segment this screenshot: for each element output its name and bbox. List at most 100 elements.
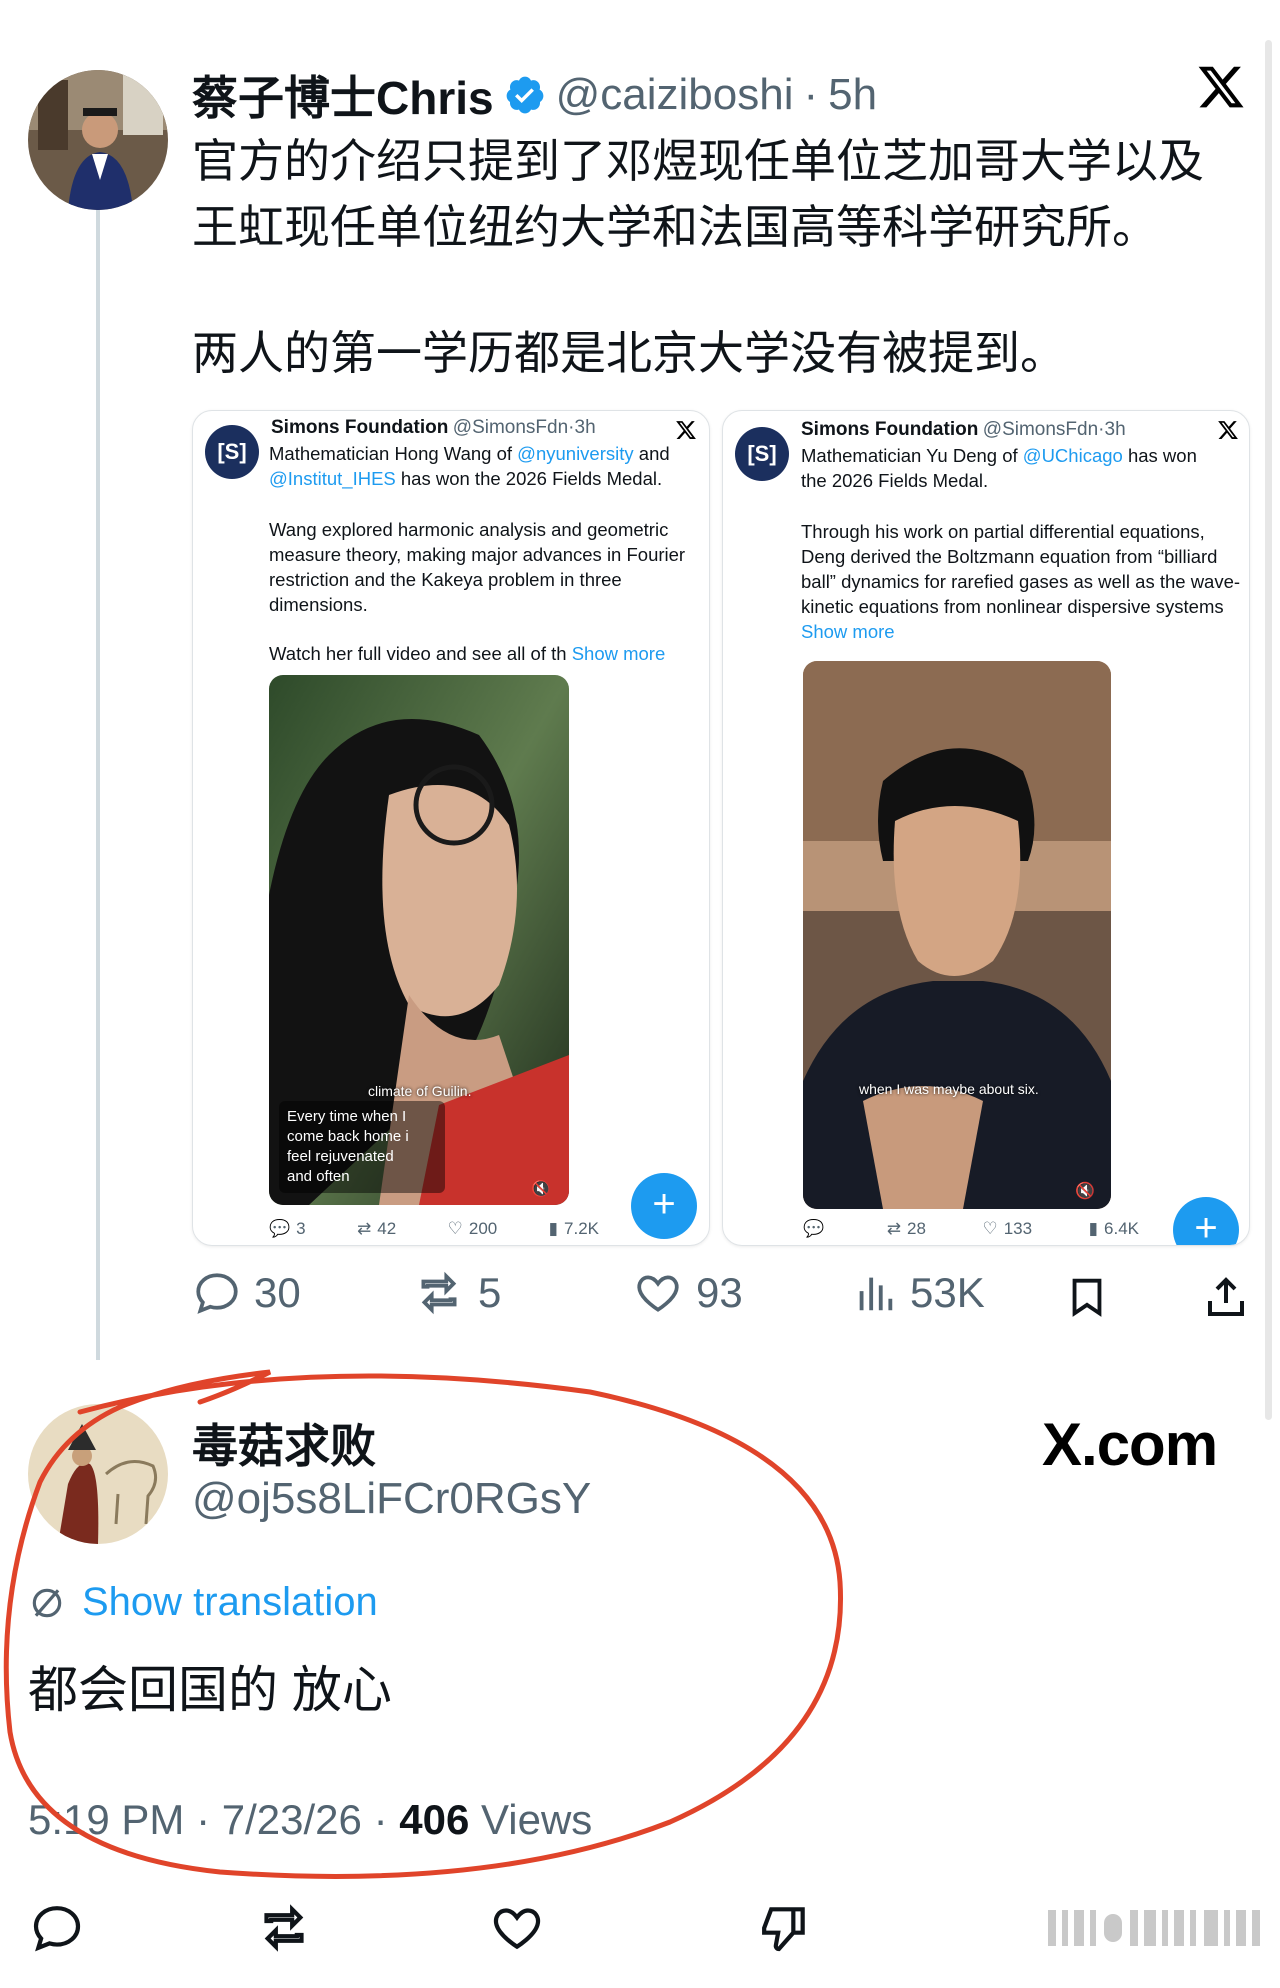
card-reply-button[interactable]: 💬	[803, 1219, 830, 1239]
video-caption-top: climate of Guilin.	[368, 1083, 472, 1099]
card-stats: 💬 3 ⇄ 42 ♡ 200 ▮ 7.2K	[269, 1219, 599, 1239]
mention-uchicago[interactable]: @UChicago	[1023, 445, 1123, 466]
reply-icon: 💬	[269, 1219, 291, 1238]
reply-handle[interactable]: @oj5s8LiFCr0RGsY	[192, 1474, 591, 1524]
reply-count: 3	[296, 1219, 306, 1238]
repost-icon	[421, 1271, 457, 1315]
show-translation-link[interactable]: Show translation	[82, 1580, 378, 1625]
scrollbar[interactable]	[1265, 40, 1272, 1420]
card-reply-button[interactable]: 💬 3	[269, 1219, 306, 1239]
card-text-b: and	[633, 443, 670, 464]
mention-institut-ihes[interactable]: @Institut_IHES	[269, 468, 396, 489]
share-button[interactable]	[1202, 1272, 1250, 1327]
card-text-c: the 2026 Fields Medal.	[801, 470, 989, 491]
card-like-button[interactable]: ♡ 133	[982, 1219, 1032, 1239]
views-icon: ▮	[1088, 1219, 1099, 1238]
author-avatar[interactable]	[28, 70, 168, 210]
card-text-a: Mathematician Hong Wang of	[269, 443, 518, 464]
views-icon	[859, 1277, 893, 1311]
mention-nyuniversity[interactable]: @nyuniversity	[517, 443, 633, 464]
show-more-link[interactable]: Show more	[801, 621, 895, 642]
reply-icon: 💬	[803, 1219, 825, 1238]
heart-icon	[493, 1908, 541, 1950]
repost-button[interactable]: 5	[412, 1268, 501, 1318]
post-time[interactable]: 5h	[828, 70, 877, 120]
time-separator: ·	[803, 70, 819, 119]
simons-logo[interactable]: [S]	[735, 427, 789, 481]
card-time: 3h	[1104, 419, 1126, 440]
simons-logo[interactable]: [S]	[205, 425, 259, 479]
reply-repost-button[interactable]	[252, 1900, 316, 1961]
brand-text: X.com	[1042, 1411, 1218, 1478]
heart-icon: ♡	[447, 1219, 463, 1238]
bookmark-button[interactable]	[1064, 1272, 1110, 1327]
card-author-name[interactable]: Simons Foundation	[271, 417, 448, 438]
reply-like-button[interactable]	[486, 1900, 548, 1961]
author-handle[interactable]: @caiziboshi	[556, 70, 794, 120]
card-paragraph-2: Through his work on partial differential…	[801, 519, 1241, 644]
reply-time[interactable]: 5:19 PM	[28, 1796, 184, 1843]
card-like-button[interactable]: ♡ 200	[448, 1219, 498, 1239]
repost-icon: ⇄	[886, 1219, 901, 1238]
like-count: 93	[696, 1269, 743, 1316]
card-views[interactable]: ▮ 6.4K	[1089, 1219, 1139, 1239]
card-author-name[interactable]: Simons Foundation	[801, 419, 978, 440]
card-handle[interactable]: @SimonsFdn	[453, 417, 568, 438]
card-text-b: has won	[1122, 445, 1197, 466]
post-text-line-2: 王虹现任单位纽约大学和法国高等科学研究所。	[192, 201, 1158, 253]
bookmark-icon	[1072, 1278, 1102, 1317]
thread-line	[96, 200, 100, 1360]
compose-fab-button[interactable]: +	[631, 1173, 697, 1239]
embedded-tweet-card-hong-wang[interactable]: [S] Simons Foundation @SimonsFdn·3h Math…	[192, 410, 710, 1246]
reply-views-label: Views	[481, 1796, 593, 1843]
show-translation-row[interactable]: Show translation	[28, 1580, 378, 1625]
card-views[interactable]: ▮ 7.2K	[549, 1219, 599, 1239]
reply-views-count: 406	[399, 1796, 470, 1843]
reply-reply-button[interactable]	[28, 1900, 86, 1961]
mute-icon[interactable]: 🔇	[531, 1179, 551, 1199]
author-name[interactable]: 蔡子博士Chris	[192, 62, 494, 128]
reply-action-bar	[28, 1900, 1268, 1960]
views-icon: ▮	[548, 1219, 559, 1238]
compose-fab-button[interactable]: +	[1173, 1197, 1239, 1245]
video-caption-box: Every time when I come back home i feel …	[279, 1101, 445, 1193]
repost-count: 28	[906, 1219, 926, 1238]
card-text: Mathematician Hong Wang of @nyuniversity…	[269, 441, 699, 491]
post-text-line-3: 两人的第一学历都是北京大学没有被提到。	[192, 327, 1066, 379]
card-paragraph-3: Watch her full video and see all of th S…	[269, 641, 699, 666]
x-com-brand: X.com	[1042, 1410, 1218, 1479]
card-text: Mathematician Yu Deng of @UChicago has w…	[801, 443, 1241, 493]
card-header: Simons Foundation @SimonsFdn·3h	[271, 417, 596, 439]
repost-icon: ⇄	[357, 1219, 372, 1238]
caption-line: come back home i	[287, 1128, 409, 1145]
show-more-link[interactable]: Show more	[572, 643, 666, 664]
card-repost-button[interactable]: ⇄ 42	[357, 1219, 396, 1239]
card-para2-text: Through his work on partial differential…	[801, 521, 1241, 617]
card-para3-text: Watch her full video and see all of th	[269, 643, 572, 664]
video-thumbnail[interactable]	[803, 661, 1111, 1209]
reply-dislike-button[interactable]	[754, 1900, 814, 1961]
reply-avatar[interactable]	[28, 1404, 168, 1544]
repost-icon	[264, 1904, 304, 1952]
views-count: 6.4K	[1104, 1219, 1139, 1238]
like-button[interactable]: 93	[632, 1268, 743, 1318]
card-repost-button[interactable]: ⇄ 28	[887, 1219, 926, 1239]
embedded-tweet-card-yu-deng[interactable]: [S] Simons Foundation @SimonsFdn·3h Math…	[722, 410, 1250, 1246]
reply-date[interactable]: 7/23/26	[222, 1796, 362, 1843]
card-handle[interactable]: @SimonsFdn	[983, 419, 1098, 440]
heart-icon: ♡	[982, 1219, 998, 1238]
views-count: 53K	[910, 1269, 985, 1316]
caption-line: feel rejuvenated	[287, 1148, 394, 1165]
mute-icon[interactable]: 🔇	[1075, 1181, 1095, 1201]
views-button[interactable]: 53K	[852, 1268, 985, 1318]
reply-meta: 5:19 PM · 7/23/26 · 406 Views	[28, 1796, 592, 1844]
meta-separator: ·	[196, 1796, 211, 1843]
reply-author-name[interactable]: 毒菇求败	[192, 1410, 376, 1476]
card-header: Simons Foundation @SimonsFdn·3h	[801, 419, 1126, 441]
card-time: 3h	[574, 417, 596, 438]
post-action-bar: 30 5 93 53K	[192, 1268, 1252, 1332]
reply-button[interactable]: 30	[192, 1268, 301, 1318]
card-text-a: Mathematician Yu Deng of	[801, 445, 1023, 466]
card-stats: 💬 ⇄ 28 ♡ 133 ▮ 6.4K	[803, 1219, 1139, 1239]
share-icon	[1208, 1277, 1244, 1316]
